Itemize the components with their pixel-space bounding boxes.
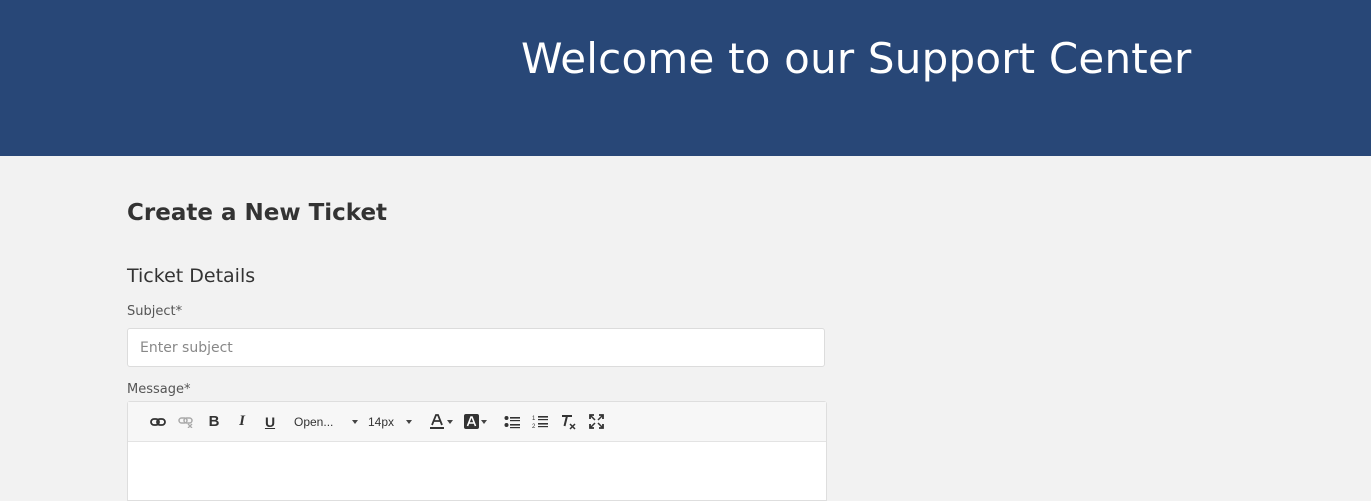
unlink-icon xyxy=(178,416,194,428)
editor-toolbar: B I U Open... 14px 1 2 xyxy=(128,402,826,442)
link-icon xyxy=(150,416,166,428)
bullet-list-button[interactable] xyxy=(500,409,524,435)
underline-icon: U xyxy=(264,413,276,430)
header-title: Welcome to our Support Center xyxy=(521,34,1192,83)
font-size-select[interactable]: 14px xyxy=(368,415,412,429)
svg-text:1: 1 xyxy=(532,416,536,422)
numbered-list-button[interactable]: 12 xyxy=(528,409,552,435)
clear-format-button[interactable] xyxy=(556,409,580,435)
message-label: Message* xyxy=(127,382,191,397)
page-title: Create a New Ticket xyxy=(127,200,388,226)
chevron-down-icon xyxy=(352,419,358,424)
message-textarea[interactable] xyxy=(128,442,826,500)
font-color-button[interactable] xyxy=(426,409,456,435)
subject-input[interactable] xyxy=(127,328,825,367)
unlink-button[interactable] xyxy=(174,409,198,435)
bullet-list-icon xyxy=(504,415,520,429)
chevron-down-icon xyxy=(447,419,453,424)
link-button[interactable] xyxy=(146,409,170,435)
font-family-select[interactable]: Open... xyxy=(294,415,358,429)
font-family-value: Open... xyxy=(294,414,334,429)
underline-button[interactable]: U xyxy=(258,409,282,435)
numbered-list-icon: 12 xyxy=(532,414,548,429)
section-title: Ticket Details xyxy=(127,265,256,287)
clear-format-icon xyxy=(560,414,576,430)
fullscreen-button[interactable] xyxy=(584,409,608,435)
font-size-value: 14px xyxy=(368,414,395,429)
background-color-icon xyxy=(463,414,479,429)
message-editor: B I U Open... 14px 1 2 xyxy=(127,401,827,501)
bold-icon: B xyxy=(208,413,220,430)
bold-button[interactable]: B xyxy=(202,409,226,435)
chevron-down-icon xyxy=(480,419,487,424)
italic-icon: I xyxy=(239,413,245,429)
subject-label: Subject* xyxy=(127,304,183,319)
italic-button[interactable]: I xyxy=(230,409,254,435)
site-header: Welcome to our Support Center xyxy=(0,0,1371,156)
fullscreen-icon xyxy=(588,414,604,429)
font-color-icon xyxy=(429,413,445,430)
chevron-down-icon xyxy=(406,419,412,424)
svg-text:2: 2 xyxy=(532,424,536,429)
background-color-button[interactable] xyxy=(460,409,490,435)
